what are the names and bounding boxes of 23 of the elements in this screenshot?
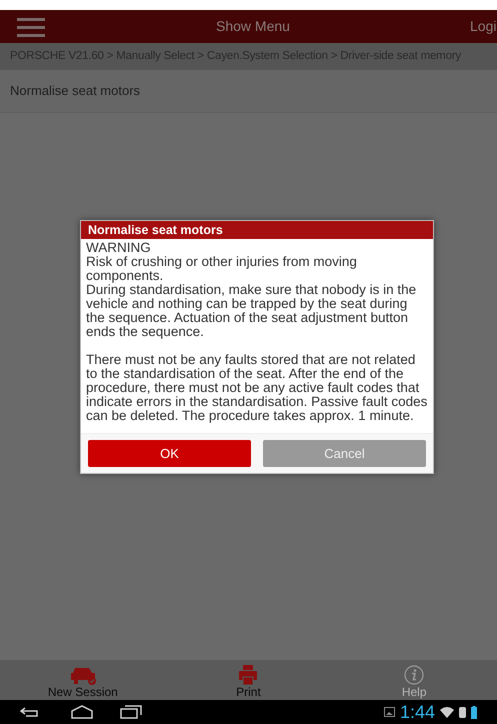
dialog-text: Risk of crushing or other injuries from moving components. [86, 255, 358, 283]
wifi-icon [440, 706, 454, 718]
image-notification-icon [384, 707, 395, 717]
dialog-text: There must not be any faults stored that are not related to the standardisation of the seat. After the end of the procedure, there must not be any active fault codes that indicate errors in the standardisation. Passive fault codes can be deleted. The procedure takes approx. 1 minute. [86, 353, 428, 423]
printer-icon [239, 665, 258, 685]
login-link[interactable]: Logi [470, 16, 496, 37]
info-icon [404, 665, 424, 685]
header-title[interactable]: Show Menu [216, 16, 290, 37]
dialog-text: During standardisation, make sure that nobody is in the vehicle and nothing can be trapped by the seat during the sequence. Actuation of the seat adjustment button ends the sequence. [86, 283, 418, 339]
menu-icon[interactable] [17, 16, 45, 36]
page-title: Normalise seat motors [10, 82, 140, 100]
cancel-button[interactable]: Cancel [263, 440, 426, 467]
home-icon[interactable] [70, 705, 94, 719]
toolbar-button[interactable]: New Session [0, 660, 166, 700]
back-icon[interactable] [20, 706, 40, 718]
ok-button[interactable]: OK [88, 440, 251, 467]
toolbar-button[interactable]: Print [166, 660, 332, 700]
battery-icon [471, 706, 477, 718]
recent-apps-icon[interactable] [120, 705, 142, 719]
clock: 1:44 [400, 703, 435, 721]
dialog-title: Normalise seat motors [88, 222, 223, 239]
dialog-text: WARNING [86, 241, 152, 255]
car-icon [68, 665, 97, 685]
